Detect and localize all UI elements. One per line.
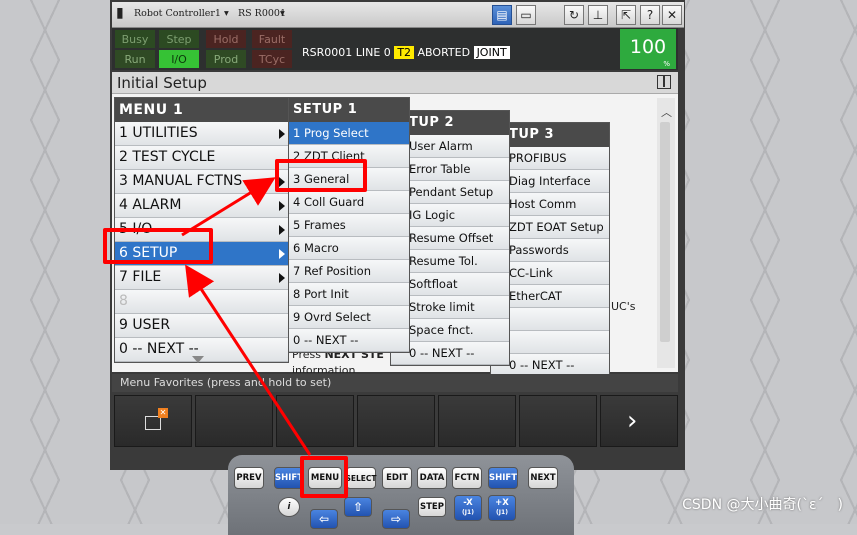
arrow-menu-to-setup (185, 264, 312, 456)
annotation-arrows (181, 177, 312, 456)
arrow-setup-to-general (181, 177, 276, 237)
watermark: CSDN @大小曲奇(`ε´ ) (682, 497, 843, 513)
